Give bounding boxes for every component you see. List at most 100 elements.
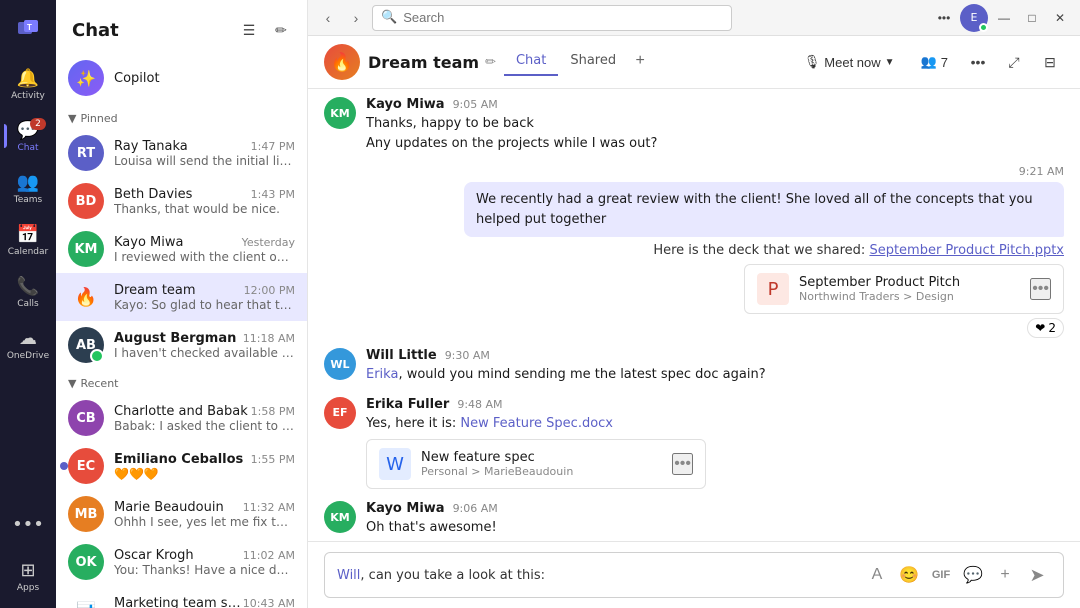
chat-header: 🔥 Dream team ✏ Chat Shared + 🎙 Meet now … [308, 36, 1080, 89]
chat-top: Dream team 12:00 PM [114, 283, 295, 298]
message-row: WL Will Little 9:30 AM Erika, would you … [324, 348, 1064, 385]
top-bar: ‹ › 🔍 ••• E — □ ✕ [308, 0, 1080, 36]
sidebar-item-more[interactable]: ••• [4, 500, 52, 548]
calendar-icon: 📅 [17, 224, 39, 245]
file-link-text: Here is the deck that we shared: Septemb… [464, 243, 1064, 258]
avatar: BD [68, 183, 104, 219]
message-content: Erika Fuller 9:48 AM Yes, here it is: Ne… [366, 397, 1064, 490]
message-sender-name: Kayo Miwa [366, 97, 445, 112]
recent-section-label[interactable]: ▼ Recent [56, 369, 307, 394]
pptx-icon: P [757, 273, 789, 305]
chat-content: Oscar Krogh 11:02 AM You: Thanks! Have a… [114, 548, 295, 577]
outgoing-message-group: 9:21 AM We recently had a great review w… [324, 165, 1064, 338]
chat-item-kayo-miwa[interactable]: KM Kayo Miwa Yesterday I reviewed with t… [56, 225, 307, 273]
tab-shared[interactable]: Shared [558, 49, 628, 76]
close-button[interactable]: ✕ [1048, 6, 1072, 30]
sidebar-item-activity[interactable]: 🔔 Activity [4, 60, 52, 108]
message-avatar: WL [324, 348, 356, 380]
tab-chat[interactable]: Chat [504, 49, 558, 76]
filter-button[interactable]: ☰ [235, 16, 263, 44]
channel-name-row: Dream team ✏ [368, 53, 496, 72]
docx-icon: W [379, 448, 411, 480]
chat-content: Kayo Miwa Yesterday I reviewed with the … [114, 235, 295, 264]
user-avatar[interactable]: E [960, 4, 988, 32]
more-chat-options-button[interactable]: ••• [964, 48, 992, 76]
format-button[interactable]: A [863, 561, 891, 589]
edit-icon[interactable]: ✏ [485, 55, 496, 70]
copilot-item[interactable]: ✨ Copilot [56, 52, 307, 104]
message-avatar: KM [324, 501, 356, 533]
chat-preview: You: Thanks! Have a nice day, I... [114, 563, 295, 577]
emoji-button[interactable]: 😊 [895, 561, 923, 589]
message-text: Oh that's awesome! [366, 518, 1064, 538]
more-options-button[interactable]: ••• [932, 6, 956, 30]
chat-item-oscar[interactable]: OK Oscar Krogh 11:02 AM You: Thanks! Hav… [56, 538, 307, 586]
back-button[interactable]: ‹ [316, 6, 340, 30]
message-meta: Erika Fuller 9:48 AM [366, 397, 1064, 412]
send-button[interactable]: ➤ [1023, 561, 1051, 589]
sidebar-item-teams[interactable]: 👥 Teams [4, 164, 52, 212]
chat-name: Marie Beaudouin [114, 500, 224, 515]
chevron-down-icon: ▼ [68, 377, 76, 390]
meet-now-button[interactable]: 🎙 Meet now ▼ [794, 50, 905, 74]
chat-item-august-bergman[interactable]: AB August Bergman 11:18 AM I haven't che… [56, 321, 307, 369]
messages-area: KM Kayo Miwa 9:05 AM Thanks, happy to be… [308, 89, 1080, 541]
message-input-box[interactable]: Will, can you take a look at this: A 😊 G… [324, 552, 1064, 598]
unread-indicator [60, 462, 68, 470]
file-card: P September Product Pitch Northwind Trad… [744, 264, 1064, 314]
message-sender-name: Erika Fuller [366, 397, 449, 412]
sidebar-header: Chat ☰ ✏ [56, 0, 307, 52]
file-link[interactable]: September Product Pitch.pptx [869, 243, 1064, 258]
sidebar-item-calendar[interactable]: 📅 Calendar [4, 216, 52, 264]
chat-sidebar: Chat ☰ ✏ ✨ Copilot ▼ Pinned RT Ray Tanak… [56, 0, 308, 608]
message-time: 9:21 AM [464, 165, 1064, 178]
chat-item-ray-tanaka[interactable]: RT Ray Tanaka 1:47 PM Louisa will send t… [56, 129, 307, 177]
channel-avatar: 🔥 [324, 44, 360, 80]
pop-out-button[interactable]: ⤢ [1000, 48, 1028, 76]
chat-name: Emiliano Ceballos [114, 452, 243, 467]
chat-item-marie[interactable]: MB Marie Beaudouin 11:32 AM Ohhh I see, … [56, 490, 307, 538]
chat-item-beth-davies[interactable]: BD Beth Davies 1:43 PM Thanks, that woul… [56, 177, 307, 225]
pinned-section-label[interactable]: ▼ Pinned [56, 104, 307, 129]
chat-content: Ray Tanaka 1:47 PM Louisa will send the … [114, 139, 295, 168]
sidebar-item-onedrive[interactable]: ☁ OneDrive [4, 320, 52, 368]
chat-top: Charlotte and Babak 1:58 PM [114, 404, 295, 419]
chat-item-marketing[interactable]: 📊 Marketing team sync 10:43 AM Erika: Ha… [56, 586, 307, 608]
add-tab-button[interactable]: + [628, 49, 652, 73]
search-bar[interactable]: 🔍 [372, 5, 732, 31]
file-more-button[interactable]: ••• [672, 453, 693, 475]
chat-item-dream-team[interactable]: 🔥 Dream team 12:00 PM Kayo: So glad to h… [56, 273, 307, 321]
chat-preview: Thanks, that would be nice. [114, 202, 295, 216]
chat-content: Charlotte and Babak 1:58 PM Babak: I ask… [114, 404, 295, 433]
sidebar-toggle-button[interactable]: ⊟ [1036, 48, 1064, 76]
chat-item-charlotte-babak[interactable]: CB Charlotte and Babak 1:58 PM Babak: I … [56, 394, 307, 442]
chat-item-emiliano[interactable]: EC Emiliano Ceballos 1:55 PM 🧡🧡🧡 [56, 442, 307, 490]
group-avatar: 📊 [68, 592, 104, 608]
search-input[interactable] [403, 10, 723, 25]
sidebar-item-calls[interactable]: 📞 Calls [4, 268, 52, 316]
sidebar-list: ✨ Copilot ▼ Pinned RT Ray Tanaka 1:47 PM… [56, 52, 307, 608]
message-content: Kayo Miwa 9:06 AM Oh that's awesome! I w… [366, 501, 1064, 541]
message-group: KM Kayo Miwa 9:05 AM Thanks, happy to be… [324, 97, 1064, 155]
forward-button[interactable]: › [344, 6, 368, 30]
minimize-button[interactable]: — [992, 6, 1016, 30]
sidebar-item-apps[interactable]: ⊞ Apps [4, 552, 52, 600]
chat-preview: Babak: I asked the client to send... [114, 419, 295, 433]
sticker-button[interactable]: 💬 [959, 561, 987, 589]
audio-wave-icon: 🎙 [804, 54, 821, 70]
message-meta: Kayo Miwa 9:06 AM [366, 501, 1064, 516]
sidebar-item-chat[interactable]: 💬 Chat 2 [4, 112, 52, 160]
gif-button[interactable]: GIF [927, 561, 955, 589]
chat-name: Dream team [114, 283, 196, 298]
file-more-button[interactable]: ••• [1030, 278, 1051, 300]
compose-button[interactable]: ✏ [267, 16, 295, 44]
maximize-button[interactable]: □ [1020, 6, 1044, 30]
participants-button[interactable]: 👥 7 [913, 50, 956, 74]
avatar: RT [68, 135, 104, 171]
attach-button[interactable]: + [991, 561, 1019, 589]
message-input-text[interactable]: Will, can you take a look at this: [337, 568, 855, 583]
reaction-badge[interactable]: ❤ 2 [1027, 318, 1064, 338]
chat-preview: I reviewed with the client on Th... [114, 250, 295, 264]
file-link[interactable]: New Feature Spec.docx [460, 416, 613, 431]
outgoing-message-content: 9:21 AM We recently had a great review w… [464, 165, 1064, 338]
